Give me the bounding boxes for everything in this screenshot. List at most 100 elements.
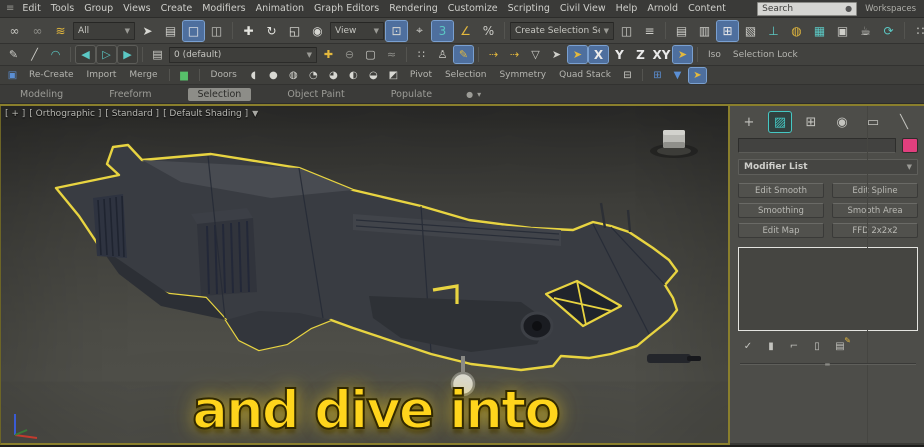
shape-icon-3[interactable]: ◍ xyxy=(285,68,302,83)
object-name-field[interactable] xyxy=(738,138,896,153)
menu-rendering[interactable]: Rendering xyxy=(389,3,438,14)
follow-path2-icon[interactable]: ⇢ xyxy=(505,46,524,63)
object-color-swatch[interactable] xyxy=(902,138,918,153)
menu-arnold[interactable]: Arnold xyxy=(647,3,678,14)
menu-graph-editors[interactable]: Graph Editors xyxy=(314,3,379,14)
selection-filter-dropdown[interactable]: All ▼ xyxy=(73,21,135,40)
modifier-stack-list[interactable] xyxy=(738,247,918,331)
key-next-icon[interactable]: ▶ xyxy=(117,45,138,64)
snap-cursor-icon[interactable]: ➤ xyxy=(567,45,588,64)
grid-matrix-icon[interactable]: ∷ xyxy=(910,21,924,41)
viewport[interactable]: [ + ] [ Orthographic ] [ Standard ] [ De… xyxy=(0,106,730,445)
rollout-divider[interactable]: ▬ xyxy=(740,361,916,368)
rendered-frame-icon[interactable]: ▣ xyxy=(832,21,853,41)
configure-modifier-sets-icon[interactable]: ▤ ✎ xyxy=(832,336,851,354)
menu-edit[interactable]: Edit xyxy=(22,3,40,14)
grid-blue-icon[interactable]: ⊞ xyxy=(649,68,666,83)
menu-tools[interactable]: Tools xyxy=(51,3,74,14)
select-and-place-icon[interactable]: ◉ xyxy=(307,21,328,41)
modifier-button-edit-smooth[interactable]: Edit Smooth xyxy=(738,183,824,198)
shape-icon-1[interactable]: ◖ xyxy=(245,68,262,83)
shape-icon-6[interactable]: ◐ xyxy=(345,68,362,83)
modify-tab-icon[interactable]: ▨ xyxy=(768,111,792,133)
modifier-button-ffd-2x2x2[interactable]: FFD 2x2x2 xyxy=(832,223,918,238)
motion-tab-icon[interactable]: ◉ xyxy=(831,112,853,132)
key-prev-icon[interactable]: ◀ xyxy=(75,45,96,64)
snaps-toggle-icon[interactable]: 3 xyxy=(431,19,454,42)
axis-xy-button[interactable]: XY xyxy=(652,46,671,63)
curve-editor-icon[interactable]: ▧ xyxy=(740,21,761,41)
shape-icon-4[interactable]: ◔ xyxy=(305,68,322,83)
ribbon-tab-selection[interactable]: Selection xyxy=(187,87,252,101)
search-dropdown-icon[interactable]: ● xyxy=(845,4,852,13)
select-and-link-icon[interactable]: ∞ xyxy=(4,21,25,41)
select-and-move-icon[interactable]: ✚ xyxy=(238,21,259,41)
align-icon[interactable]: ≡ xyxy=(639,21,660,41)
viewport-menu-shading[interactable]: [ Default Shading ] xyxy=(163,109,248,119)
axis-x-button[interactable]: X xyxy=(588,45,609,64)
show-end-result-icon[interactable]: ▮ xyxy=(763,339,779,354)
paint-select-icon[interactable]: ➤ xyxy=(687,66,707,84)
merge-button[interactable]: Merge xyxy=(124,70,162,80)
rectangular-selection-icon[interactable]: □ xyxy=(182,19,205,42)
material-editor-icon[interactable]: ◍ xyxy=(786,21,807,41)
utilities-tab-icon[interactable]: ╲ xyxy=(893,112,915,132)
select-and-rotate-icon[interactable]: ↻ xyxy=(261,21,282,41)
shape-icon-5[interactable]: ◕ xyxy=(325,68,342,83)
reference-coordinate-dropdown[interactable]: View ▼ xyxy=(330,21,384,40)
triangle-select-icon[interactable]: ▽ xyxy=(526,46,545,63)
select-and-manipulate-icon[interactable]: ⌖ xyxy=(409,21,430,41)
menu-customize[interactable]: Customize xyxy=(448,3,498,14)
pin-stack-icon[interactable]: ✓ xyxy=(740,339,756,354)
window-crossing-icon[interactable]: ◫ xyxy=(206,21,227,41)
manipulate-cursor-icon[interactable]: ➤ xyxy=(672,45,693,64)
schematic-view-icon[interactable]: ⊥ xyxy=(763,21,784,41)
menu-content[interactable]: Content xyxy=(688,3,726,14)
layer-explorer-icon[interactable]: ▥ xyxy=(694,21,715,41)
create-tab-icon[interactable]: + xyxy=(738,112,760,132)
render-production-icon[interactable]: ☕ xyxy=(855,21,876,41)
menu-group[interactable]: Group xyxy=(84,3,113,14)
ribbon-circle-icon[interactable]: ● xyxy=(466,90,473,99)
edit-poly-icon[interactable]: ✎ xyxy=(453,45,474,64)
person-icon[interactable]: ♙ xyxy=(433,46,452,63)
layer-dropdown[interactable]: 0 (default) ▼ xyxy=(169,46,317,63)
remove-modifier-icon[interactable]: ▯ xyxy=(809,339,825,354)
shape-icon-8[interactable]: ◩ xyxy=(385,68,402,83)
material-slot-icon[interactable]: ▆ xyxy=(176,68,193,83)
quad-stack-button[interactable]: Quad Stack xyxy=(554,70,616,80)
unlink-selection-icon[interactable]: ∞ xyxy=(27,21,48,41)
follow-path-icon[interactable]: ⇢ xyxy=(484,46,503,63)
shape-icon-7[interactable]: ◒ xyxy=(365,68,382,83)
selection-lock-label[interactable]: Selection Lock xyxy=(728,50,803,60)
bind-to-spacewarp-icon[interactable]: ≋ xyxy=(50,21,71,41)
workspaces-label[interactable]: Workspaces xyxy=(865,4,916,14)
viewport-menu-general[interactable]: [ + ] xyxy=(5,109,25,119)
pencil-icon[interactable]: ✎ xyxy=(4,46,23,63)
remove-layer-icon[interactable]: ⊖ xyxy=(340,46,359,63)
viewport-menu-pov[interactable]: [ Orthographic ] xyxy=(29,109,101,119)
menu-animation[interactable]: Animation xyxy=(256,3,304,14)
hierarchy-tab-icon[interactable]: ⊞ xyxy=(800,112,822,132)
ribbon-tab-modeling[interactable]: Modeling xyxy=(10,88,73,101)
menu-create[interactable]: Create xyxy=(161,3,193,14)
select-and-scale-icon[interactable]: ◱ xyxy=(284,21,305,41)
percent-snap-icon[interactable]: % xyxy=(478,21,499,41)
cursor-select-icon[interactable]: ➤ xyxy=(547,46,566,63)
iso-label[interactable]: Iso xyxy=(703,50,726,60)
brush-icon[interactable]: ╱ xyxy=(25,46,44,63)
pivot-button[interactable]: Pivot xyxy=(405,70,437,80)
import-button[interactable]: Import xyxy=(82,70,122,80)
viewcube[interactable] xyxy=(644,118,704,162)
modifier-button-smooth-area[interactable]: Smooth Area xyxy=(832,203,918,218)
menu-scripting[interactable]: Scripting xyxy=(508,3,550,14)
modifier-button-edit-map[interactable]: Edit Map xyxy=(738,223,824,238)
recreate-button[interactable]: Re-Create xyxy=(24,70,79,80)
axis-z-button[interactable]: Z xyxy=(631,46,650,63)
arc-point-icon[interactable]: ◠ xyxy=(46,46,65,63)
list-icon[interactable]: ▤ xyxy=(148,46,167,63)
menu-civil-view[interactable]: Civil View xyxy=(560,3,606,14)
mirror-icon[interactable]: ◫ xyxy=(616,21,637,41)
add-layer-icon[interactable]: ✚ xyxy=(319,46,338,63)
waves-icon[interactable]: ≈ xyxy=(382,46,401,63)
